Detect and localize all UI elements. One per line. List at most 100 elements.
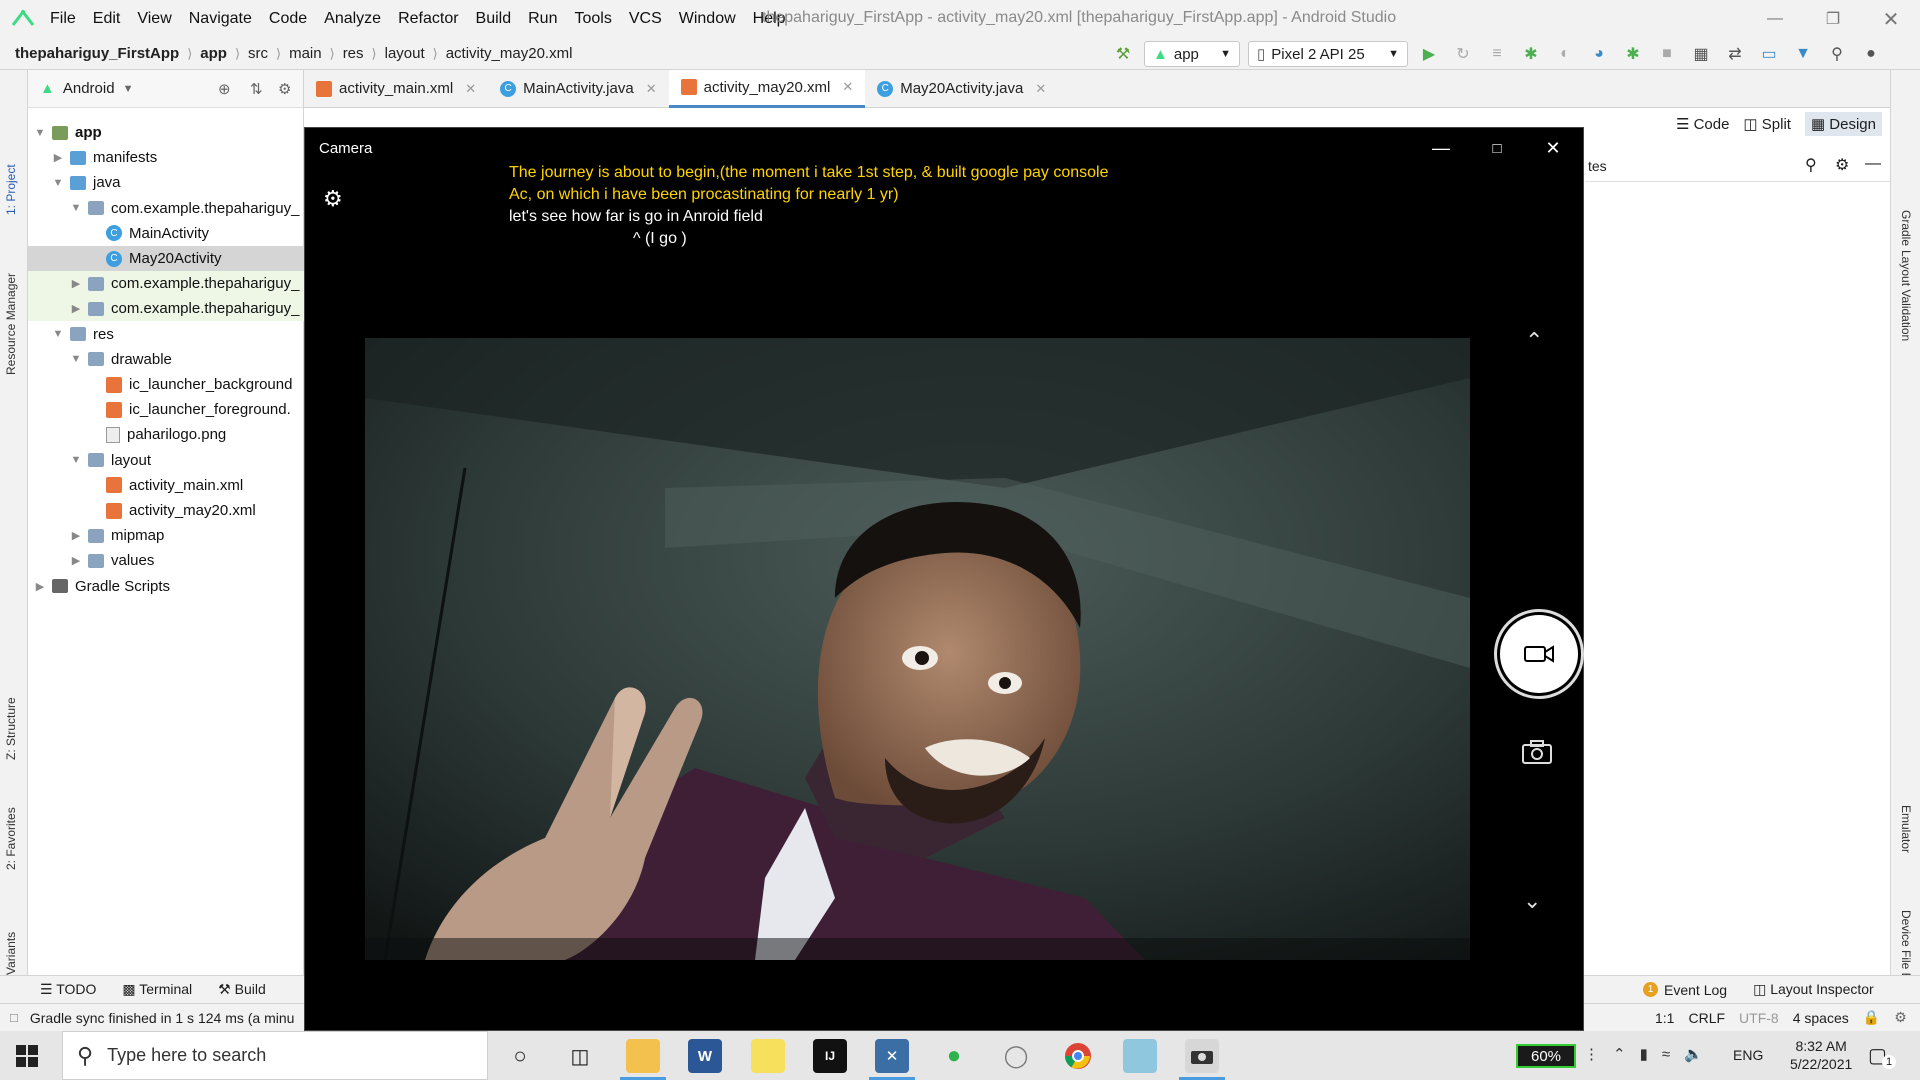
apply-code-changes-icon[interactable]: ≡: [1484, 41, 1510, 67]
chevron-down-icon[interactable]: ▼: [123, 83, 134, 95]
breadcrumb-item[interactable]: layout: [385, 45, 425, 62]
breadcrumb-item[interactable]: main: [289, 45, 322, 62]
project-view-mode[interactable]: Android: [63, 80, 115, 97]
split-view-button[interactable]: ◫ Split: [1743, 115, 1791, 133]
terminal-tab[interactable]: ▩ Terminal: [122, 981, 192, 998]
menu-run[interactable]: Run: [528, 10, 557, 28]
coverage-icon[interactable]: ◐: [1552, 41, 1578, 67]
build-tab[interactable]: ⚒ Build: [218, 981, 266, 998]
code-view-button[interactable]: ☰ Code: [1676, 115, 1729, 133]
notification-center-icon[interactable]: ▢ 1: [1868, 1043, 1896, 1069]
tree-item[interactable]: ▼ app: [28, 120, 304, 145]
menu-build[interactable]: Build: [476, 10, 512, 28]
gear-icon[interactable]: ⚙: [1835, 155, 1849, 175]
tree-item[interactable]: C MainActivity: [28, 221, 304, 246]
camera-settings-gear-icon[interactable]: ⚙: [323, 186, 343, 212]
task-view-icon[interactable]: ◫: [563, 1039, 597, 1073]
close-button[interactable]: ✕: [1862, 0, 1920, 38]
menu-window[interactable]: Window: [679, 10, 736, 28]
close-tab-icon[interactable]: ✕: [646, 81, 657, 97]
menu-refactor[interactable]: Refactor: [398, 10, 458, 28]
file-encoding[interactable]: UTF-8: [1739, 1010, 1779, 1026]
layout-validation-tab[interactable]: Layout Validation: [1899, 250, 1913, 341]
gear-icon[interactable]: ⚙: [278, 80, 291, 98]
hide-panel-icon[interactable]: —: [1865, 155, 1881, 173]
cortana-icon[interactable]: ○: [503, 1039, 537, 1073]
close-tab-icon[interactable]: ✕: [1035, 81, 1046, 97]
editor-tab[interactable]: C May20Activity.java ✕: [865, 70, 1058, 108]
word-icon[interactable]: W: [688, 1039, 722, 1073]
design-view-button[interactable]: ▦ Design: [1804, 112, 1882, 136]
menu-vcs[interactable]: VCS: [629, 10, 662, 28]
event-log-tab[interactable]: 1 Event Log: [1643, 982, 1727, 998]
minimize-button[interactable]: —: [1746, 0, 1804, 38]
locate-icon[interactable]: ⊕: [218, 80, 231, 98]
run-config-select[interactable]: ▲ app ▼: [1144, 41, 1240, 67]
run-icon[interactable]: ▶: [1416, 41, 1442, 67]
event-icon[interactable]: ⚙: [1894, 1009, 1907, 1026]
lock-icon[interactable]: 🔒: [1863, 1009, 1880, 1026]
close-tab-icon[interactable]: ✕: [842, 79, 853, 95]
camera-minimize-button[interactable]: —: [1413, 128, 1469, 168]
menu-file[interactable]: File: [50, 10, 76, 28]
collapse-icon[interactable]: ▶: [70, 529, 82, 542]
collapse-all-icon[interactable]: ⇅: [250, 80, 263, 98]
menu-edit[interactable]: Edit: [93, 10, 121, 28]
line-separator[interactable]: CRLF: [1688, 1010, 1725, 1026]
tree-item[interactable]: ▼ drawable: [28, 347, 304, 372]
favorites-tab[interactable]: 2: Favorites: [4, 807, 18, 870]
editor-tab[interactable]: C MainActivity.java ✕: [488, 70, 669, 108]
editor-tab[interactable]: activity_main.xml ✕: [304, 70, 488, 108]
breadcrumb-item[interactable]: src: [248, 45, 268, 62]
menu-tools[interactable]: Tools: [574, 10, 611, 28]
tree-item[interactable]: ▶ com.example.thepahariguy_: [28, 271, 304, 297]
breadcrumb-item[interactable]: app: [200, 45, 227, 62]
search-icon[interactable]: ⚲: [1824, 41, 1850, 67]
apply-changes-icon[interactable]: ↻: [1450, 41, 1476, 67]
tree-item[interactable]: paharilogo.png: [28, 422, 304, 447]
debug-icon[interactable]: ✱: [1518, 41, 1544, 67]
tree-item[interactable]: ▶ mipmap: [28, 523, 304, 548]
notepad-app-icon[interactable]: [1123, 1039, 1157, 1073]
tree-item[interactable]: ▼ layout: [28, 448, 304, 473]
chevron-down-icon[interactable]: ⌄: [1523, 888, 1541, 914]
battery-meter[interactable]: 60%: [1516, 1044, 1576, 1068]
status-toggle-icon[interactable]: □: [10, 1010, 18, 1025]
status-message[interactable]: Gradle sync finished in 1 s 124 ms (a mi…: [30, 1010, 295, 1026]
profile-icon[interactable]: ◕: [1586, 41, 1612, 67]
restore-button[interactable]: ❐: [1804, 0, 1862, 38]
expand-icon[interactable]: ▼: [52, 177, 64, 189]
indent-setting[interactable]: 4 spaces: [1793, 1010, 1849, 1026]
sync-gradle-icon[interactable]: ⇄: [1722, 41, 1748, 67]
file-explorer-icon[interactable]: [626, 1039, 660, 1073]
windows-start-icon[interactable]: [16, 1045, 38, 1071]
attach-debugger-icon[interactable]: ✱: [1620, 41, 1646, 67]
breadcrumb-item[interactable]: activity_may20.xml: [446, 45, 573, 62]
hammer-icon[interactable]: ⚒: [1110, 41, 1136, 67]
photo-camera-icon[interactable]: [1521, 739, 1553, 769]
collapse-icon[interactable]: ▶: [34, 580, 46, 593]
editor-tab[interactable]: activity_may20.xml ✕: [668, 69, 866, 108]
expand-icon[interactable]: ▼: [70, 353, 82, 365]
tree-item[interactable]: activity_main.xml: [28, 473, 304, 498]
tree-item[interactable]: ▶ manifests: [28, 145, 304, 170]
menu-view[interactable]: View: [137, 10, 171, 28]
stop-icon[interactable]: ■: [1654, 41, 1680, 67]
tray-dot-icon[interactable]: ⋮: [1584, 1045, 1599, 1063]
menu-analyze[interactable]: Analyze: [324, 10, 381, 28]
network-app-icon[interactable]: ◯: [999, 1039, 1033, 1073]
tree-item[interactable]: ▼ java: [28, 170, 304, 195]
collapse-icon[interactable]: ▶: [70, 554, 82, 567]
tree-item[interactable]: C May20Activity: [28, 246, 304, 271]
tree-item[interactable]: ic_launcher_foreground.: [28, 397, 304, 422]
account-icon[interactable]: ●: [1858, 41, 1884, 67]
expand-icon[interactable]: ▼: [70, 454, 82, 466]
tree-item[interactable]: ic_launcher_background: [28, 372, 304, 397]
project-tool-tab[interactable]: 1: Project: [4, 164, 18, 215]
expand-icon[interactable]: ▼: [34, 127, 46, 139]
camera-close-button[interactable]: ✕: [1525, 128, 1581, 168]
sticky-notes-icon[interactable]: [751, 1039, 785, 1073]
intellij-icon[interactable]: IJ: [813, 1039, 847, 1073]
menu-code[interactable]: Code: [269, 10, 307, 28]
search-icon[interactable]: ⚲: [1805, 155, 1817, 175]
